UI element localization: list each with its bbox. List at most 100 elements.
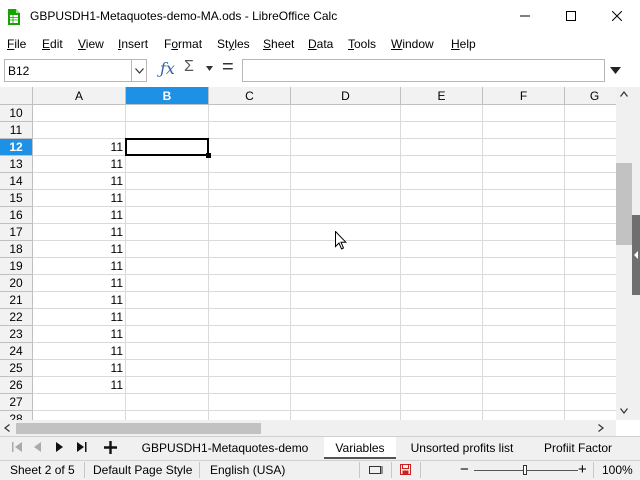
cell-f11[interactable] [483,122,565,139]
column-header-b[interactable]: B [126,87,209,105]
cell-b19[interactable] [126,258,209,275]
cell-b16[interactable] [126,207,209,224]
cell-e15[interactable] [401,190,483,207]
cell-g28[interactable] [565,411,616,420]
cell-a16[interactable]: 11 [33,207,126,224]
zoom-out-button[interactable]: − [460,461,469,478]
column-header-d[interactable]: D [291,87,401,105]
cell-d14[interactable] [291,173,401,190]
row-header-15[interactable]: 15 [0,190,33,207]
cell-d25[interactable] [291,360,401,377]
active-cell-cursor[interactable] [125,138,209,156]
cell-f27[interactable] [483,394,565,411]
cell-d21[interactable] [291,292,401,309]
sheet-tab[interactable]: Profiit Factor [536,437,620,459]
cell-e16[interactable] [401,207,483,224]
cell-a23[interactable]: 11 [33,326,126,343]
cell-g13[interactable] [565,156,616,173]
cell-f23[interactable] [483,326,565,343]
cell-d12[interactable] [291,139,401,156]
page-style[interactable]: Default Page Style [93,463,192,477]
cell-d20[interactable] [291,275,401,292]
save-status-icon[interactable] [400,464,411,475]
cell-f13[interactable] [483,156,565,173]
column-header-c[interactable]: C [209,87,291,105]
cell-b23[interactable] [126,326,209,343]
first-sheet-icon[interactable] [12,442,22,452]
cell-f14[interactable] [483,173,565,190]
next-sheet-icon[interactable] [56,442,64,452]
cell-g24[interactable] [565,343,616,360]
cell-g22[interactable] [565,309,616,326]
cell-g27[interactable] [565,394,616,411]
cell-c15[interactable] [209,190,291,207]
row-header-25[interactable]: 25 [0,360,33,377]
cell-g20[interactable] [565,275,616,292]
zoom-slider-thumb[interactable] [523,465,527,475]
arrow-left-icon[interactable] [4,424,10,432]
cell-a15[interactable]: 11 [33,190,126,207]
cell-a14[interactable]: 11 [33,173,126,190]
menu-view[interactable]: View [78,34,104,54]
cell-g19[interactable] [565,258,616,275]
cell-f22[interactable] [483,309,565,326]
menu-insert[interactable]: Insert [118,34,148,54]
cell-f20[interactable] [483,275,565,292]
function-wizard-button[interactable]: ƒx [160,59,175,78]
cell-c27[interactable] [209,394,291,411]
cell-a11[interactable] [33,122,126,139]
select-all-corner[interactable] [0,87,33,105]
row-header-11[interactable]: 11 [0,122,33,139]
menu-sheet[interactable]: Sheet [263,34,294,54]
cell-e13[interactable] [401,156,483,173]
sheet-tab[interactable]: GBPUSDH1-Metaquotes-demo [134,437,316,459]
cell-a12[interactable]: 11 [33,139,126,156]
cell-b11[interactable] [126,122,209,139]
menu-format[interactable]: Format [164,34,202,54]
fill-handle[interactable] [206,153,211,158]
cell-a25[interactable]: 11 [33,360,126,377]
cell-c22[interactable] [209,309,291,326]
cell-g18[interactable] [565,241,616,258]
row-header-24[interactable]: 24 [0,343,33,360]
cell-d24[interactable] [291,343,401,360]
cell-b15[interactable] [126,190,209,207]
close-button[interactable] [594,0,640,32]
menu-edit[interactable]: Edit [42,34,63,54]
row-header-13[interactable]: 13 [0,156,33,173]
cell-f24[interactable] [483,343,565,360]
sidebar-toggle[interactable] [632,215,640,295]
cell-c28[interactable] [209,411,291,420]
cell-b25[interactable] [126,360,209,377]
cell-c23[interactable] [209,326,291,343]
cell-c21[interactable] [209,292,291,309]
cell-b28[interactable] [126,411,209,420]
language[interactable]: English (USA) [210,463,285,477]
menu-window[interactable]: Window [391,34,434,54]
row-header-19[interactable]: 19 [0,258,33,275]
cell-f19[interactable] [483,258,565,275]
cell-f12[interactable] [483,139,565,156]
cell-a26[interactable]: 11 [33,377,126,394]
cell-f25[interactable] [483,360,565,377]
menu-tools[interactable]: Tools [348,34,376,54]
cell-e28[interactable] [401,411,483,420]
row-header-18[interactable]: 18 [0,241,33,258]
cell-d26[interactable] [291,377,401,394]
cell-a27[interactable] [33,394,126,411]
cell-c25[interactable] [209,360,291,377]
formula-input[interactable] [242,59,605,82]
cell-c17[interactable] [209,224,291,241]
cell-e17[interactable] [401,224,483,241]
cell-d15[interactable] [291,190,401,207]
cell-f18[interactable] [483,241,565,258]
menu-help[interactable]: Help [451,34,476,54]
cell-e11[interactable] [401,122,483,139]
cell-g17[interactable] [565,224,616,241]
cell-c14[interactable] [209,173,291,190]
cell-b24[interactable] [126,343,209,360]
cell-a17[interactable]: 11 [33,224,126,241]
row-header-28[interactable]: 28 [0,411,33,420]
row-header-26[interactable]: 26 [0,377,33,394]
sum-dropdown-icon[interactable] [206,66,213,71]
